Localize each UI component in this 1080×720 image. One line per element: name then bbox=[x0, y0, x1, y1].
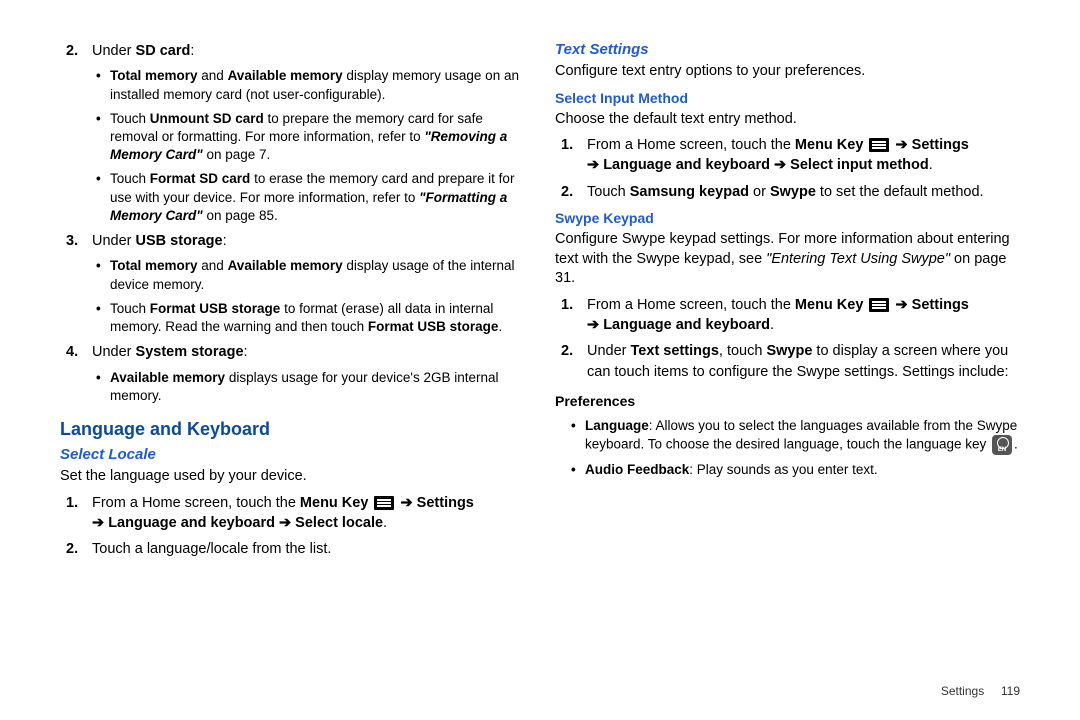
swype-step-1: From a Home screen, touch the Menu Key ➔… bbox=[575, 295, 1030, 336]
page-footer: Settings 119 bbox=[941, 684, 1020, 698]
step-usb-storage: Under USB storage: Total memory and Avai… bbox=[80, 231, 525, 336]
heading-preferences: Preferences bbox=[555, 392, 1030, 411]
pref-bullet-language: Language: Allows you to select the langu… bbox=[581, 417, 1030, 455]
usb-bullet-2: Touch Format USB storage to format (eras… bbox=[106, 300, 525, 336]
sim-desc: Choose the default text entry method. bbox=[555, 110, 1030, 130]
locale-step-1: From a Home screen, touch the Menu Key ➔… bbox=[80, 493, 525, 534]
heading-swype-keypad: Swype Keypad bbox=[555, 210, 1030, 226]
heading-text-settings: Text Settings bbox=[555, 41, 1030, 58]
step-system-storage: Under System storage: Available memory d… bbox=[80, 342, 525, 405]
swype-step-2: Under Text settings, touch Swype to disp… bbox=[575, 341, 1030, 382]
usb-bullet-1: Total memory and Available memory displa… bbox=[106, 257, 525, 293]
sd-bullet-1: Total memory and Available memory displa… bbox=[106, 67, 525, 103]
heading-language-keyboard: Language and Keyboard bbox=[60, 419, 525, 440]
sim-step-2: Touch Samsung keypad or Swype to set the… bbox=[575, 182, 1030, 202]
swype-desc: Configure Swype keypad settings. For mor… bbox=[555, 230, 1030, 289]
language-key-icon: EN bbox=[992, 435, 1012, 455]
menu-key-icon bbox=[869, 138, 889, 152]
heading-select-input-method: Select Input Method bbox=[555, 90, 1030, 106]
sd-bullet-2: Touch Unmount SD card to prepare the mem… bbox=[106, 110, 525, 165]
pref-bullet-audio: Audio Feedback: Play sounds as you enter… bbox=[581, 461, 1030, 479]
right-column: Text Settings Configure text entry optio… bbox=[545, 35, 1030, 700]
menu-key-icon bbox=[374, 496, 394, 510]
heading-select-locale: Select Locale bbox=[60, 446, 525, 463]
locale-description: Set the language used by your device. bbox=[60, 467, 525, 487]
footer-page-number: 119 bbox=[1001, 684, 1020, 698]
locale-step-2: Touch a language/locale from the list. bbox=[80, 539, 525, 559]
footer-section: Settings bbox=[941, 684, 984, 698]
text-settings-desc: Configure text entry options to your pre… bbox=[555, 62, 1030, 82]
sim-step-1: From a Home screen, touch the Menu Key ➔… bbox=[575, 135, 1030, 176]
step-sd-card: Under SD card: Total memory and Availabl… bbox=[80, 41, 525, 225]
manual-page: Under SD card: Total memory and Availabl… bbox=[0, 0, 1080, 720]
sys-bullet-1: Available memory displays usage for your… bbox=[106, 369, 525, 405]
menu-key-icon bbox=[869, 298, 889, 312]
left-column: Under SD card: Total memory and Availabl… bbox=[60, 35, 545, 700]
sd-bullet-3: Touch Format SD card to erase the memory… bbox=[106, 170, 525, 225]
